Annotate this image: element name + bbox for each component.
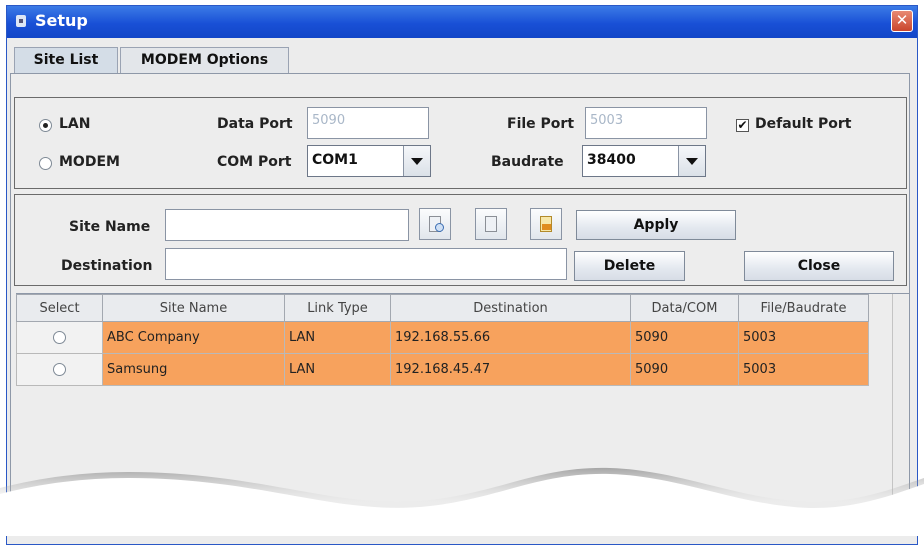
browse-button[interactable] (419, 208, 451, 240)
column-header-site-name[interactable]: Site Name (102, 294, 285, 322)
link-type-cell: LAN (284, 353, 391, 386)
lan-radio[interactable] (39, 119, 52, 132)
baudrate-label: Baudrate (491, 154, 564, 170)
row-select-cell[interactable] (16, 353, 103, 386)
apply-button[interactable]: Apply (576, 210, 736, 240)
delete-button[interactable]: Delete (574, 251, 685, 281)
row-select-radio[interactable] (53, 363, 66, 376)
column-header-data-com[interactable]: Data/COM (630, 294, 739, 322)
link-type-cell: LAN (284, 321, 391, 354)
chevron-down-icon[interactable] (403, 146, 430, 176)
destination-label: Destination (61, 258, 153, 274)
data-port-input[interactable]: 5090 (307, 107, 429, 139)
column-header-link-type[interactable]: Link Type (284, 294, 391, 322)
modem-radio[interactable] (39, 157, 52, 170)
row-select-cell[interactable] (16, 321, 103, 354)
tab-modem-options[interactable]: MODEM Options (120, 47, 289, 73)
close-window-button[interactable]: ✕ (891, 10, 913, 32)
baudrate-select[interactable]: 38400 (582, 145, 706, 177)
data-com-cell: 5090 (630, 353, 739, 386)
default-port-checkbox[interactable]: ✔ (736, 119, 749, 132)
default-port-label: Default Port (755, 116, 852, 132)
chevron-down-icon[interactable] (678, 146, 705, 176)
site-name-cell: Samsung (102, 353, 285, 386)
site-name-label: Site Name (69, 219, 151, 235)
table-scrollbar[interactable] (892, 294, 908, 504)
close-button[interactable]: Close (744, 251, 894, 281)
site-name-cell: ABC Company (102, 321, 285, 354)
destination-input[interactable] (165, 248, 567, 280)
com-port-select[interactable]: COM1 (307, 145, 431, 177)
column-header-select[interactable]: Select (16, 294, 103, 322)
row-select-radio[interactable] (53, 331, 66, 344)
import-button[interactable] (530, 208, 562, 240)
lan-label: LAN (59, 116, 91, 132)
title-bar[interactable]: Setup ✕ (7, 6, 917, 38)
site-form-group: Site Name Apply Destination Delete Close (14, 194, 907, 286)
search-icon (429, 216, 444, 232)
file-baudrate-cell: 5003 (738, 353, 869, 386)
file-port-input[interactable]: 5003 (585, 107, 707, 139)
folder-icon (540, 216, 552, 232)
column-header-destination[interactable]: Destination (390, 294, 631, 322)
edit-button[interactable] (475, 208, 507, 240)
table-row[interactable]: Samsung LAN 192.168.45.47 5090 5003 (16, 353, 869, 386)
column-header-file-baudrate[interactable]: File/Baudrate (738, 294, 869, 322)
destination-cell: 192.168.45.47 (390, 353, 631, 386)
site-name-input[interactable] (165, 209, 409, 241)
table-header-row: Select Site Name Link Type Destination D… (16, 294, 869, 322)
document-icon (485, 216, 497, 232)
table-row[interactable]: ABC Company LAN 192.168.55.66 5090 5003 (16, 321, 869, 354)
baudrate-value: 38400 (587, 152, 636, 168)
file-baudrate-cell: 5003 (738, 321, 869, 354)
connection-settings-group: LAN MODEM Data Port 5090 COM Port COM1 F… (14, 97, 907, 189)
data-port-label: Data Port (217, 116, 293, 132)
site-table: Select Site Name Link Type Destination D… (16, 294, 869, 386)
site-table-area: Select Site Name Link Type Destination D… (16, 293, 909, 504)
destination-cell: 192.168.55.66 (390, 321, 631, 354)
tab-site-list[interactable]: Site List (14, 47, 118, 73)
com-port-value: COM1 (312, 152, 358, 168)
app-icon (16, 15, 26, 27)
data-com-cell: 5090 (630, 321, 739, 354)
file-port-label: File Port (507, 116, 575, 132)
modem-label: MODEM (59, 154, 120, 170)
com-port-label: COM Port (217, 154, 292, 170)
window-title: Setup (35, 11, 88, 30)
